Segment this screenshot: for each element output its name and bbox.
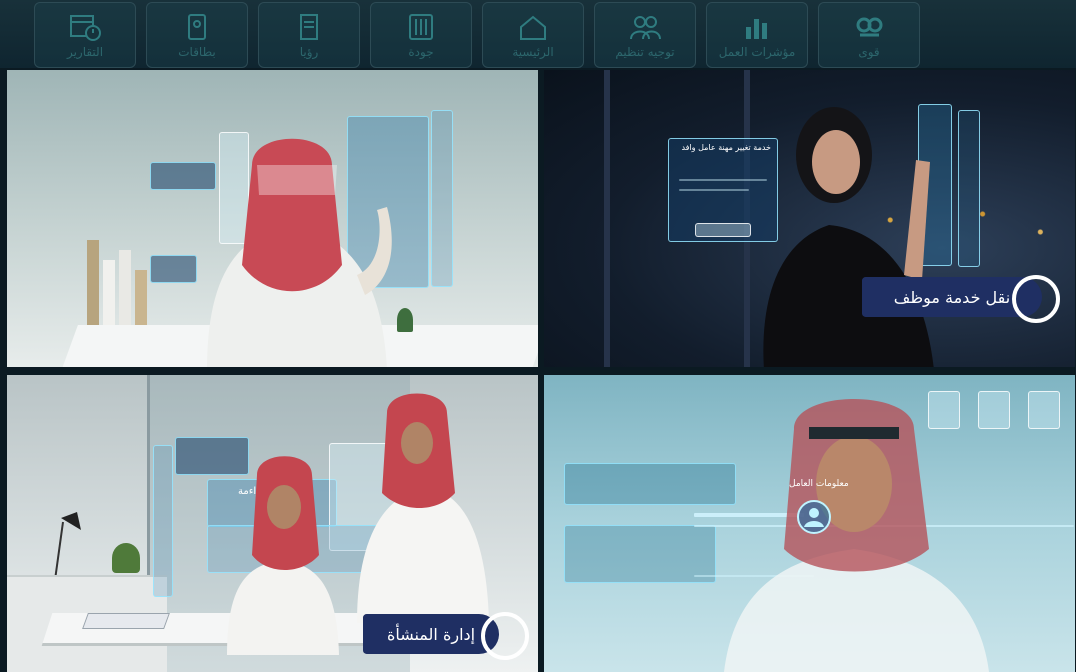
bar-chart-icon bbox=[746, 19, 767, 39]
toolbar-tile-label: جودة bbox=[408, 45, 434, 59]
toolbar-tile-label: التقارير bbox=[66, 45, 104, 59]
caption-text: إدارة المنشأة bbox=[363, 614, 499, 654]
ribbon-ring-decoration bbox=[1012, 275, 1060, 323]
toolbar-tile-label: قوى bbox=[858, 45, 880, 59]
laptop-image bbox=[82, 613, 170, 629]
toolbar-tile-quwa[interactable]: قوى bbox=[818, 2, 920, 68]
desk-lamp-image bbox=[49, 512, 81, 582]
caption-ribbon: إدارة المنشأة bbox=[363, 612, 529, 660]
hologram-wide-panel bbox=[564, 525, 716, 583]
photo-panel-bottom-left: شهادة مواءمة إدارة المنشأة bbox=[7, 375, 538, 672]
document-icon bbox=[300, 14, 318, 40]
toolbar-tile-quality[interactable]: جودة bbox=[370, 2, 472, 68]
toolbar-tile-guidance[interactable]: توجيه تنظيم bbox=[594, 2, 696, 68]
photo-panel-top-left bbox=[7, 70, 538, 367]
card-icon bbox=[188, 14, 206, 40]
man-in-ghutra-image bbox=[207, 138, 392, 367]
hologram-icon-column bbox=[153, 445, 173, 597]
people-icon bbox=[630, 16, 661, 40]
user-profile-icon bbox=[797, 500, 831, 534]
toolbar-tile-cards[interactable]: بطاقات bbox=[146, 2, 248, 68]
toolbar-tile-label: بطاقات bbox=[178, 45, 216, 59]
home-icon bbox=[520, 15, 546, 40]
toolbar-tile-vision[interactable]: رؤيا bbox=[258, 2, 360, 68]
photo-panel-bottom-right: معلومات العامل bbox=[544, 375, 1075, 672]
quwa-logo-icon bbox=[856, 17, 883, 37]
toolbar-tile-label: توجيه تنظيم bbox=[615, 45, 675, 59]
toolbar-tile-label: رؤيا bbox=[299, 45, 319, 59]
photo-panel-top-right: خدمة تغيير مهنة عامل وافد نقل خدمة موظف bbox=[544, 70, 1075, 367]
hologram-card bbox=[1028, 391, 1060, 429]
window-frame bbox=[604, 70, 610, 367]
toolbar-tile-label: الرئيسية bbox=[512, 45, 554, 59]
potted-plant-image bbox=[397, 308, 413, 332]
toolbar-tile-home[interactable]: الرئيسية bbox=[482, 2, 584, 68]
potted-plant-image bbox=[112, 543, 140, 573]
worker-info-title: معلومات العامل bbox=[789, 479, 849, 489]
toolbar-tile-indicators[interactable]: مؤشرات العمل bbox=[706, 2, 808, 68]
toolbar-tile-reports[interactable]: التقارير bbox=[34, 2, 136, 68]
man-at-screen-image bbox=[724, 399, 989, 672]
hologram-icon-column bbox=[431, 110, 453, 287]
sliders-icon bbox=[409, 14, 433, 40]
ribbon-ring-decoration bbox=[481, 612, 529, 660]
caption-ribbon: نقل خدمة موظف bbox=[862, 275, 1062, 323]
top-toolbar: التقارير بطاقات رؤيا جودة الرئيسية توجيه… bbox=[0, 0, 1076, 68]
toolbar-tile-label: مؤشرات العمل bbox=[718, 45, 796, 59]
calendar-chart-icon bbox=[70, 15, 101, 41]
